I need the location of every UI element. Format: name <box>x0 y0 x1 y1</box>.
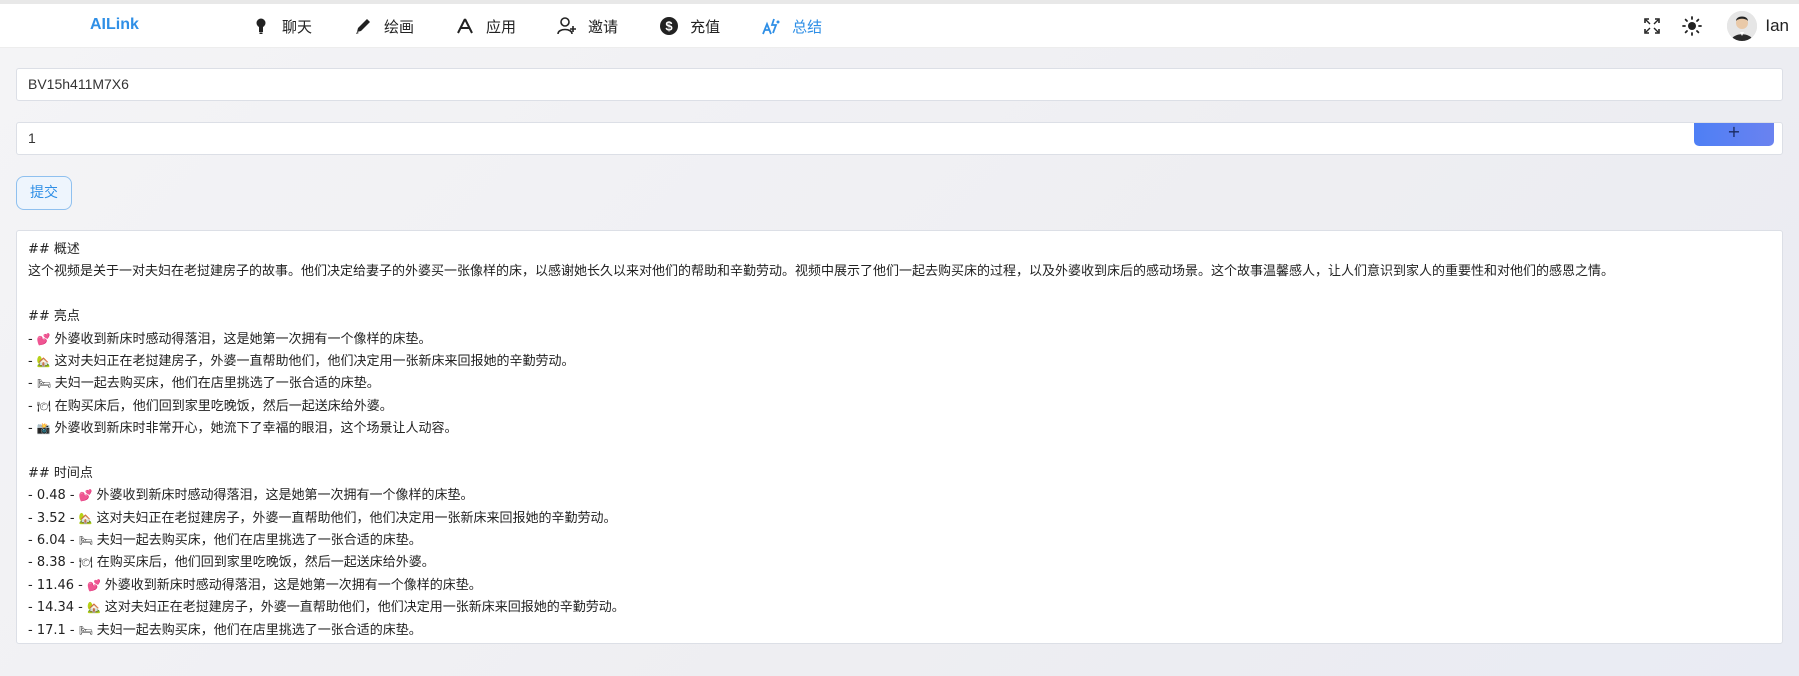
nav-label-draw: 绘画 <box>384 17 415 36</box>
line-prefix: - <box>28 353 37 369</box>
emoji-icon: 🛏 <box>78 534 93 548</box>
line-prefix: - 6.04 - <box>28 533 79 549</box>
nav-item-draw[interactable]: 绘画 <box>352 4 414 48</box>
line-prefix: - 3.52 - <box>28 510 79 526</box>
emoji-icon: 🛏 <box>78 623 93 637</box>
line-text: 外婆收到新床时感动得落泪，这是她第一次拥有一个像样的床垫。 <box>96 488 474 504</box>
nav-item-invite[interactable]: 邀请 <box>556 4 618 48</box>
add-button[interactable]: + <box>1694 123 1774 146</box>
emoji-icon: 💕 <box>78 489 93 503</box>
timeline-item: - 8.38 - 🍽 在购买床后，他们回到家里吃晚饭，然后一起送床给外婆。 <box>28 552 1771 574</box>
highlight-item: - 📸 外婆收到新床时非常开心，她流下了幸福的眼泪，这个场景让人动容。 <box>28 418 1771 440</box>
bulb-icon <box>250 15 272 37</box>
username[interactable]: Ian <box>1765 16 1789 36</box>
line-prefix: - 11.46 - <box>28 577 87 593</box>
timeline-item: - 6.04 - 🛏 夫妇一起去购买床，他们在店里挑选了一张合适的床垫。 <box>28 530 1771 552</box>
line-text: 在购买床后，他们回到家里吃晚饭，然后一起送床给外婆。 <box>54 398 393 414</box>
number-input[interactable]: 1 <box>16 122 1783 155</box>
bv-id-input[interactable]: BV15h411M7X6 <box>16 68 1783 101</box>
nav-item-chat[interactable]: 聊天 <box>250 4 312 48</box>
emoji-icon: 💕 <box>36 332 51 346</box>
highlight-item: - 💕 外婆收到新床时感动得落泪，这是她第一次拥有一个像样的床垫。 <box>28 329 1771 351</box>
line-text: 夫妇一起去购买床，他们在店里挑选了一张合适的床垫。 <box>96 622 422 638</box>
emoji-icon: 🍽 <box>78 556 93 570</box>
summary-output[interactable]: ## 概述 这个视频是关于一对夫妇在老挝建房子的故事。他们决定给妻子的外婆买一张… <box>16 230 1783 644</box>
nav-label-invite: 邀请 <box>588 17 619 36</box>
line-text: 在购买床后，他们回到家里吃晚饭，然后一起送床给外婆。 <box>96 555 435 571</box>
nav-label-summary: 总结 <box>792 17 823 36</box>
timeline-item: - 0.48 - 💕 外婆收到新床时感动得落泪，这是她第一次拥有一个像样的床垫。 <box>28 485 1771 507</box>
line-prefix: - 17.1 - <box>28 622 79 638</box>
nav-item-apps[interactable]: 应用 <box>454 4 516 48</box>
dollar-icon: $ <box>658 15 680 37</box>
line-text: 这对夫妇正在老挝建房子，外婆一直帮助他们，他们决定用一张新床来回报她的辛勤劳动。 <box>96 510 617 526</box>
overview-text: 这个视频是关于一对夫妇在老挝建房子的故事。他们决定给妻子的外婆买一张像样的床，以… <box>28 264 1615 280</box>
line-prefix: - <box>28 331 37 347</box>
header-actions: Ian <box>1641 4 1799 48</box>
highlight-item: - 🏡 这对夫妇正在老挝建房子，外婆一直帮助他们，他们决定用一张新床来回报她的辛勤… <box>28 351 1771 373</box>
line-prefix: - 14.34 - <box>28 600 87 616</box>
submit-button[interactable]: 提交 <box>16 176 72 210</box>
emoji-icon: 🍽 <box>36 399 51 413</box>
timeline-item: - 14.34 - 🏡 这对夫妇正在老挝建房子，外婆一直帮助他们，他们决定用一张新… <box>28 597 1771 619</box>
main-nav: 聊天 绘画 应用 邀请 $ 充值 总结 <box>250 4 862 48</box>
highlights-list: - 💕 外婆收到新床时感动得落泪，这是她第一次拥有一个像样的床垫。 - 🏡 这对夫妇正… <box>28 329 1771 441</box>
line-prefix: - 0.48 - <box>28 488 79 504</box>
nav-label-apps: 应用 <box>486 17 517 36</box>
summary-icon <box>760 15 782 37</box>
emoji-icon: 🏡 <box>78 511 93 525</box>
pencil-icon <box>352 15 374 37</box>
timeline-heading: ## 时间点 <box>28 465 93 481</box>
line-prefix: - 8.38 - <box>28 555 79 571</box>
svg-text:$: $ <box>665 19 673 34</box>
line-text: 夫妇一起去购买床，他们在店里挑选了一张合适的床垫。 <box>96 533 422 549</box>
fullscreen-icon[interactable] <box>1641 15 1663 37</box>
emoji-icon: 🛏 <box>36 377 51 391</box>
overview-heading: ## 概述 <box>28 242 80 257</box>
nav-label-chat: 聊天 <box>282 17 313 36</box>
line-text: 这对夫妇正在老挝建房子，外婆一直帮助他们，他们决定用一张新床来回报她的辛勤劳动。 <box>54 353 575 369</box>
timeline-item: - 17.1 - 🛏 夫妇一起去购买床，他们在店里挑选了一张合适的床垫。 <box>28 620 1771 642</box>
line-text: 外婆收到新床时感动得落泪，这是她第一次拥有一个像样的床垫。 <box>54 331 432 347</box>
nav-item-summary[interactable]: 总结 <box>760 4 822 48</box>
line-prefix: - <box>28 398 37 414</box>
line-text: 夫妇一起去购买床，他们在店里挑选了一张合适的床垫。 <box>54 376 380 392</box>
line-text: 外婆收到新床时感动得落泪，这是她第一次拥有一个像样的床垫。 <box>104 577 482 593</box>
line-text: 外婆收到新床时非常开心，她流下了幸福的眼泪，这个场景让人动容。 <box>54 421 458 437</box>
theme-sun-icon[interactable] <box>1681 15 1703 37</box>
emoji-icon: 🏡 <box>87 601 101 615</box>
timeline-item: - 11.46 - 💕 外婆收到新床时感动得落泪，这是她第一次拥有一个像样的床垫。 <box>28 575 1771 597</box>
nav-item-recharge[interactable]: $ 充值 <box>658 4 720 48</box>
highlight-item: - 🛏 夫妇一起去购买床，他们在店里挑选了一张合适的床垫。 <box>28 373 1771 395</box>
timeline-item: - 3.52 - 🏡 这对夫妇正在老挝建房子，外婆一直帮助他们，他们决定用一张新床… <box>28 508 1771 530</box>
avatar[interactable] <box>1727 11 1758 41</box>
timeline-list: - 0.48 - 💕 外婆收到新床时感动得落泪，这是她第一次拥有一个像样的床垫。 -… <box>28 485 1771 642</box>
emoji-icon: 📸 <box>36 422 51 436</box>
invite-user-icon <box>556 15 578 37</box>
app-logo[interactable]: AILink <box>90 16 139 34</box>
emoji-icon: 💕 <box>87 578 101 592</box>
highlights-heading: ## 亮点 <box>28 309 80 325</box>
line-prefix: - <box>28 376 37 392</box>
app-icon <box>454 15 476 37</box>
line-text: 这对夫妇正在老挝建房子，外婆一直帮助他们，他们决定用一张新床来回报她的辛勤劳动。 <box>104 600 625 616</box>
emoji-icon: 🏡 <box>36 354 51 368</box>
line-prefix: - <box>28 421 37 437</box>
nav-label-recharge: 充值 <box>690 17 721 36</box>
highlight-item: - 🍽 在购买床后，他们回到家里吃晚饭，然后一起送床给外婆。 <box>28 396 1771 418</box>
top-header: AILink 聊天 绘画 应用 邀请 $ 充值 总结 Ian <box>0 4 1799 48</box>
